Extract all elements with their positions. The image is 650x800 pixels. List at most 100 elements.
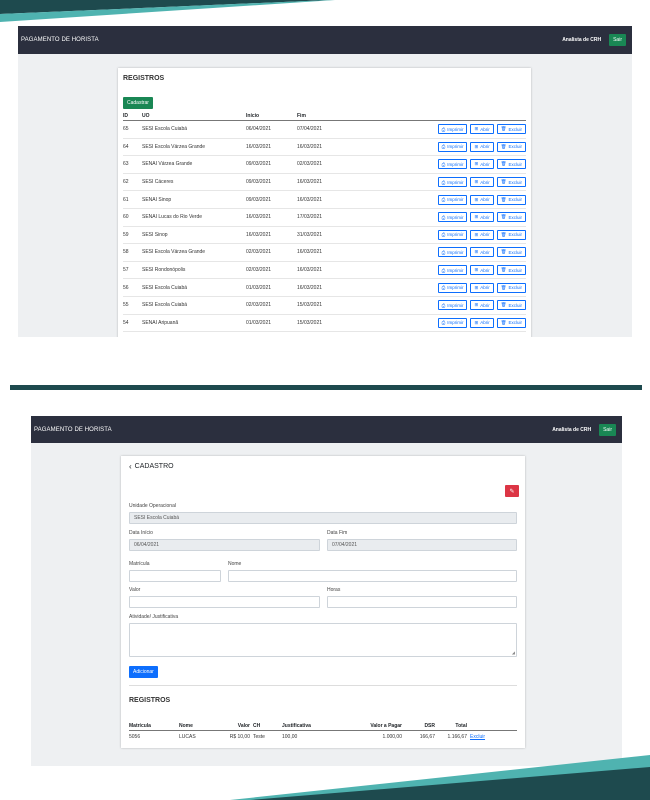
cell-justificativa: 100,00 (282, 733, 298, 740)
print-label: Imprimir (447, 285, 464, 291)
delete-item-link[interactable]: Excluir (470, 734, 485, 740)
cell-uo: SESI Escola Várzea Grande (142, 143, 206, 150)
trash-icon: 🗑 (500, 161, 507, 167)
print-button[interactable]: ⎙ Imprimir (437, 229, 468, 240)
cell-inicio: 16/03/2021 (246, 214, 272, 221)
header-uo: UO (142, 113, 150, 119)
cell-uo: SENAI Várzea Grande (142, 161, 193, 168)
print-button[interactable]: ⎙ Imprimir (437, 317, 468, 328)
app-title: PAGAMENTO DE HORISTA (21, 37, 99, 43)
open-button[interactable]: ⊞ Abrir (470, 141, 494, 152)
open-label: Abrir (480, 144, 490, 150)
trash-icon: 🗑 (500, 302, 507, 308)
nome-field[interactable] (228, 570, 517, 582)
delete-button[interactable]: 🗑 Excluir (496, 177, 526, 188)
cell-matricula: 5056 (129, 733, 141, 740)
print-button[interactable]: ⎙ Imprimir (437, 282, 468, 293)
print-button[interactable]: ⎙ Imprimir (437, 159, 468, 170)
data-inicio-field[interactable]: 06/04/2021 (129, 539, 320, 551)
cell-fim: 16/03/2021 (297, 284, 323, 291)
delete-button[interactable]: 🗑 Excluir (496, 124, 526, 135)
horas-field[interactable] (327, 596, 517, 608)
print-button[interactable]: ⎙ Imprimir (437, 212, 468, 223)
registros-title: REGISTROS (129, 697, 171, 704)
header-ch: CH (253, 723, 261, 729)
print-button[interactable]: ⎙ Imprimir (437, 124, 468, 135)
delete-label: Excluir (508, 249, 522, 255)
cell-uo: SESI Escola Cuiabá (142, 284, 188, 291)
valor-field[interactable] (129, 596, 320, 608)
delete-button[interactable]: 🗑 Excluir (496, 265, 526, 276)
user-name: Analista de CRH (562, 37, 602, 43)
form-title: CADASTRO (134, 463, 174, 470)
open-button[interactable]: ⊞ Abrir (470, 317, 494, 328)
open-label: Abrir (480, 214, 490, 220)
matricula-field[interactable] (129, 570, 221, 582)
add-record-button[interactable]: Cadastrar (123, 97, 153, 109)
table-row: 54 SENAI Aripuanã 01/03/2021 15/03/2021 ⎙ Imp… (123, 315, 526, 333)
printer-icon: ⎙ (441, 267, 446, 273)
delete-button[interactable]: 🗑 Excluir (496, 317, 526, 328)
print-button[interactable]: ⎙ Imprimir (437, 265, 468, 276)
open-button[interactable]: ⊞ Abrir (470, 229, 494, 240)
cell-uo: SENAI Lucas do Rio Verde (142, 214, 203, 221)
open-label: Abrir (480, 267, 490, 273)
delete-button[interactable]: 🗑 Excluir (496, 282, 526, 293)
data-fim-label: Data Fim (327, 530, 348, 536)
unidade-field[interactable]: SESI Escola Cuiabá (129, 512, 517, 524)
cell-id: 60 (123, 214, 129, 221)
open-button[interactable]: ⊞ Abrir (470, 159, 494, 170)
add-item-button[interactable]: Adicionar (129, 666, 158, 678)
row-actions: ⎙ Imprimir ⊞ Abrir 🗑 Excluir (337, 229, 526, 240)
open-button[interactable]: ⊞ Abrir (470, 177, 494, 188)
printer-icon: ⎙ (441, 285, 446, 291)
delete-button[interactable]: 🗑 Excluir (496, 229, 526, 240)
print-label: Imprimir (447, 320, 464, 326)
open-icon: ⊞ (474, 249, 479, 255)
cell-inicio: 01/03/2021 (246, 319, 272, 326)
row-actions: ⎙ Imprimir ⊞ Abrir 🗑 Excluir (337, 317, 526, 328)
table-header: Matrícula Nome Valor CH Justificativa Va… (129, 722, 517, 731)
header-total: Total (455, 723, 467, 729)
open-button[interactable]: ⊞ Abrir (470, 124, 494, 135)
delete-label: Excluir (508, 285, 522, 291)
delete-button[interactable]: 🗑 Excluir (496, 300, 526, 311)
matricula-label: Matrícula (129, 561, 150, 567)
open-button[interactable]: ⊞ Abrir (470, 212, 494, 223)
table-header: ID UO Início Fim (123, 112, 526, 121)
delete-button[interactable]: 🗑 Excluir (496, 159, 526, 170)
logout-button[interactable]: Sair (599, 423, 616, 436)
data-fim-field[interactable]: 07/04/2021 (327, 539, 517, 551)
delete-button[interactable]: 🗑 Excluir (496, 212, 526, 223)
print-label: Imprimir (447, 197, 464, 203)
header-matricula: Matrícula (129, 723, 151, 729)
open-button[interactable]: ⊞ Abrir (470, 247, 494, 258)
print-button[interactable]: ⎙ Imprimir (437, 300, 468, 311)
printer-icon: ⎙ (441, 126, 446, 132)
table-row: 63 SENAI Várzea Grande 09/03/2021 02/03/202… (123, 156, 526, 174)
nome-label: Nome (228, 561, 242, 567)
open-button[interactable]: ⊞ Abrir (470, 265, 494, 276)
open-button[interactable]: ⊞ Abrir (470, 282, 494, 293)
delete-button[interactable]: 🗑 Excluir (496, 194, 526, 205)
resize-handle-icon[interactable]: ◢ (512, 650, 515, 655)
print-button[interactable]: ⎙ Imprimir (437, 177, 468, 188)
atividade-textarea[interactable]: ◢ (129, 623, 517, 657)
open-icon: ⊞ (474, 214, 479, 220)
printer-icon: ⎙ (441, 320, 446, 326)
open-button[interactable]: ⊞ Abrir (470, 300, 494, 311)
header-valor-pagar: Valor a Pagar (370, 723, 402, 729)
cell-uo: SESI Sinop (142, 231, 168, 238)
delete-button[interactable]: 🗑 Excluir (496, 141, 526, 152)
back-header[interactable]: ‹ CADASTRO (129, 462, 174, 471)
edit-button[interactable]: ✎ (505, 485, 519, 497)
chevron-left-icon[interactable]: ‹ (129, 462, 132, 471)
print-button[interactable]: ⎙ Imprimir (437, 247, 468, 258)
open-button[interactable]: ⊞ Abrir (470, 194, 494, 205)
print-button[interactable]: ⎙ Imprimir (437, 141, 468, 152)
print-button[interactable]: ⎙ Imprimir (437, 194, 468, 205)
table-row: 56 SESI Escola Cuiabá 01/03/2021 16/03/2021… (123, 279, 526, 297)
composite-canvas: PAGAMENTO DE HORISTA Analista de CRH Sai… (0, 0, 650, 800)
logout-button[interactable]: Sair (609, 34, 626, 46)
delete-button[interactable]: 🗑 Excluir (496, 247, 526, 258)
